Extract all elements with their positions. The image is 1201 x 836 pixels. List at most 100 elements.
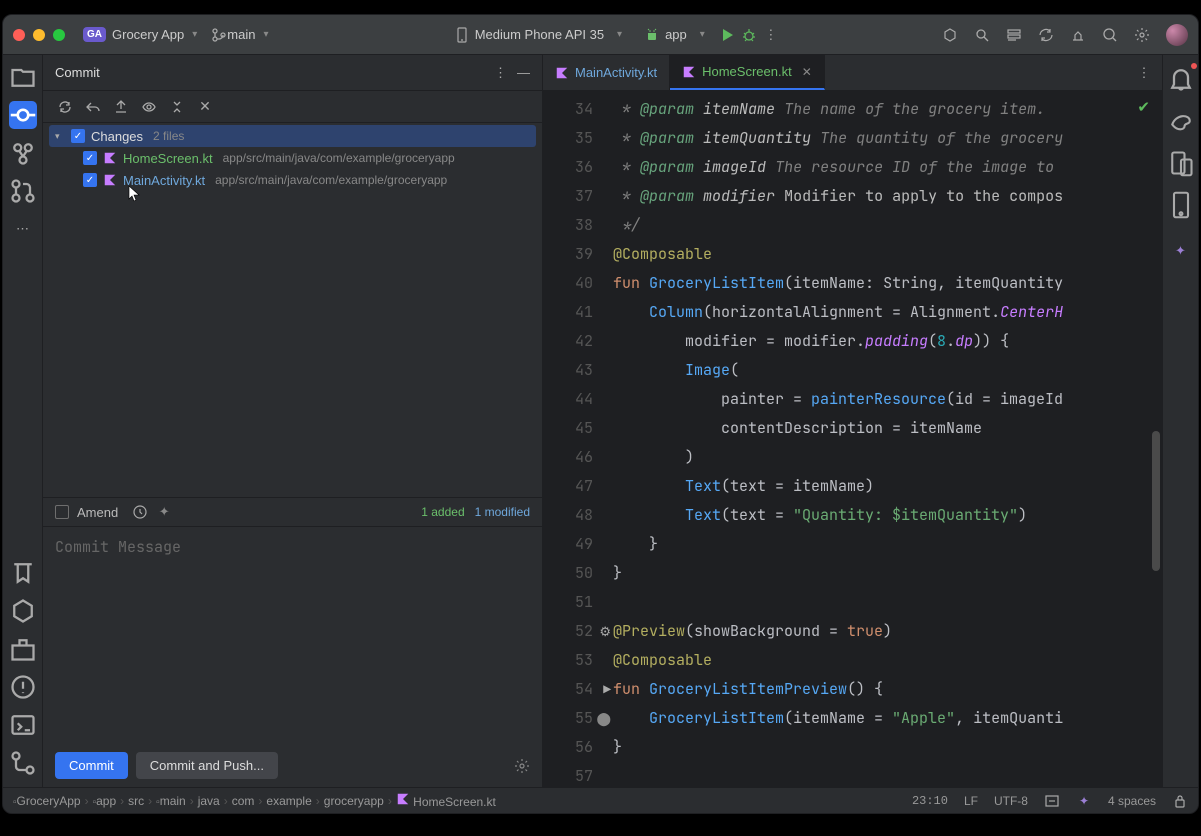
checkbox[interactable]: ✓: [71, 129, 85, 143]
notifications-icon[interactable]: [1167, 65, 1195, 93]
pull-requests-tool[interactable]: [9, 177, 37, 205]
close-window[interactable]: [13, 29, 25, 41]
commit-settings-icon[interactable]: [514, 758, 530, 774]
checkbox[interactable]: ✓: [83, 151, 97, 165]
more-tools[interactable]: ⋯: [9, 215, 37, 243]
vcs-tool[interactable]: [9, 749, 37, 777]
lock-icon[interactable]: [1172, 793, 1188, 809]
minimize-window[interactable]: [33, 29, 45, 41]
ai-status-icon[interactable]: ✦: [1076, 793, 1092, 809]
commit-push-button[interactable]: Commit and Push...: [136, 752, 278, 779]
editor-area: MainActivity.kt HomeScreen.kt ✕ ⋮ 343536…: [543, 55, 1162, 787]
device-name: Medium Phone API 35: [475, 27, 604, 42]
vertical-scrollbar[interactable]: [1152, 431, 1160, 571]
breadcrumb-item[interactable]: ▫main: [156, 794, 186, 808]
indent-info[interactable]: 4 spaces: [1108, 794, 1156, 808]
window-controls: [13, 29, 65, 41]
build-icon[interactable]: [1070, 27, 1086, 43]
chevron-down-icon: ▾: [192, 29, 197, 40]
commit-button[interactable]: Commit: [55, 752, 128, 779]
bookmarks-tool[interactable]: [9, 559, 37, 587]
sync-icon[interactable]: [1038, 27, 1054, 43]
emulator-tool[interactable]: [1167, 191, 1195, 219]
device-manager-tool[interactable]: [1167, 149, 1195, 177]
services-tool[interactable]: [9, 597, 37, 625]
cursor-position[interactable]: 23:10: [912, 794, 948, 808]
commit-tool[interactable]: [9, 101, 37, 129]
breadcrumb-item[interactable]: src: [128, 794, 144, 808]
search-icon[interactable]: [974, 27, 990, 43]
breadcrumb-item[interactable]: example: [266, 794, 311, 808]
chevron-down-icon: ▾: [617, 29, 622, 40]
panel-options[interactable]: ⋮: [494, 65, 507, 81]
breadcrumb-item[interactable]: ▫app: [93, 794, 117, 808]
file-path: app/src/main/java/com/example/groceryapp: [223, 151, 455, 165]
terminal-tool[interactable]: [9, 711, 37, 739]
commit-message-input[interactable]: [55, 537, 530, 734]
debug-button[interactable]: [741, 27, 757, 43]
structure-tool[interactable]: [9, 139, 37, 167]
panel-minimize[interactable]: —: [517, 65, 530, 80]
breadcrumb-item[interactable]: com: [232, 794, 255, 808]
android-icon: [644, 27, 660, 43]
branch-selector[interactable]: main ▾: [211, 27, 268, 43]
changes-node[interactable]: ▾ ✓ Changes 2 files: [49, 125, 536, 147]
commit-header: Commit ⋮ —: [43, 55, 542, 91]
changes-label: Changes: [91, 129, 143, 144]
device-selector[interactable]: Medium Phone API 35 ▾: [446, 23, 630, 47]
file-row[interactable]: ✓ HomeScreen.kt app/src/main/java/com/ex…: [49, 147, 536, 169]
inspection-ok-icon[interactable]: ✔: [1137, 97, 1150, 117]
file-name: MainActivity.kt: [123, 173, 205, 188]
gradle-tool[interactable]: [1167, 107, 1195, 135]
readonly-icon[interactable]: [1044, 793, 1060, 809]
run-button[interactable]: [719, 27, 735, 43]
status-bar: ▫GroceryApp › ▫app › src › ▫main › java …: [3, 787, 1198, 813]
run-config-selector[interactable]: app ▾: [636, 23, 713, 47]
checkbox[interactable]: ✓: [83, 173, 97, 187]
search-everywhere-icon[interactable]: [1102, 27, 1118, 43]
more-actions[interactable]: ⋮: [763, 27, 779, 43]
settings-icon[interactable]: [1134, 27, 1150, 43]
ai-assistant-tool[interactable]: ✦: [1167, 237, 1195, 265]
phone-icon: [454, 27, 470, 43]
breadcrumb-item[interactable]: ▫GroceryApp: [13, 794, 81, 808]
file-encoding[interactable]: UTF-8: [994, 794, 1028, 808]
breadcrumbs[interactable]: ▫GroceryApp › ▫app › src › ▫main › java …: [13, 792, 496, 809]
problems-tool[interactable]: [9, 673, 37, 701]
kotlin-file-icon: [682, 65, 696, 79]
expand-icon[interactable]: ▾: [55, 131, 65, 142]
commit-message-area: [43, 526, 542, 744]
changelist-icon[interactable]: [169, 99, 185, 115]
history-icon[interactable]: [132, 504, 148, 520]
close-tab-icon[interactable]: ✕: [802, 65, 812, 79]
build-tool[interactable]: [9, 635, 37, 663]
breadcrumb-item[interactable]: java: [198, 794, 220, 808]
refresh-icon[interactable]: [57, 99, 73, 115]
code-with-me-icon[interactable]: [942, 27, 958, 43]
tab-mainactivity[interactable]: MainActivity.kt: [543, 55, 670, 90]
tab-options[interactable]: ⋮: [1136, 65, 1152, 81]
recent-icon[interactable]: [1006, 27, 1022, 43]
user-avatar[interactable]: [1166, 24, 1188, 46]
diff-icon[interactable]: [113, 99, 129, 115]
added-count: 1 added: [421, 505, 464, 519]
tab-label: HomeScreen.kt: [702, 64, 792, 79]
group-icon[interactable]: ✕: [197, 99, 213, 115]
file-row[interactable]: ✓ MainActivity.kt app/src/main/java/com/…: [49, 169, 536, 191]
rollback-icon[interactable]: [85, 99, 101, 115]
breadcrumb-item[interactable]: groceryapp: [324, 794, 384, 808]
amend-checkbox[interactable]: [55, 505, 69, 519]
chevron-down-icon: ▾: [700, 29, 705, 40]
show-diff-icon[interactable]: [141, 99, 157, 115]
project-tool[interactable]: [9, 63, 37, 91]
ai-icon[interactable]: ✦: [156, 504, 172, 520]
right-tool-rail: ✦: [1162, 55, 1198, 787]
line-separator[interactable]: LF: [964, 794, 978, 808]
changes-count: 2 files: [153, 129, 184, 143]
kotlin-file-icon: [103, 151, 117, 165]
tab-homescreen[interactable]: HomeScreen.kt ✕: [670, 55, 825, 90]
breadcrumb-item[interactable]: HomeScreen.kt: [396, 792, 496, 809]
code-editor[interactable]: 34353637383940414243444546474849505152⚙5…: [543, 91, 1162, 787]
maximize-window[interactable]: [53, 29, 65, 41]
project-selector[interactable]: Grocery App ▾: [112, 27, 197, 42]
